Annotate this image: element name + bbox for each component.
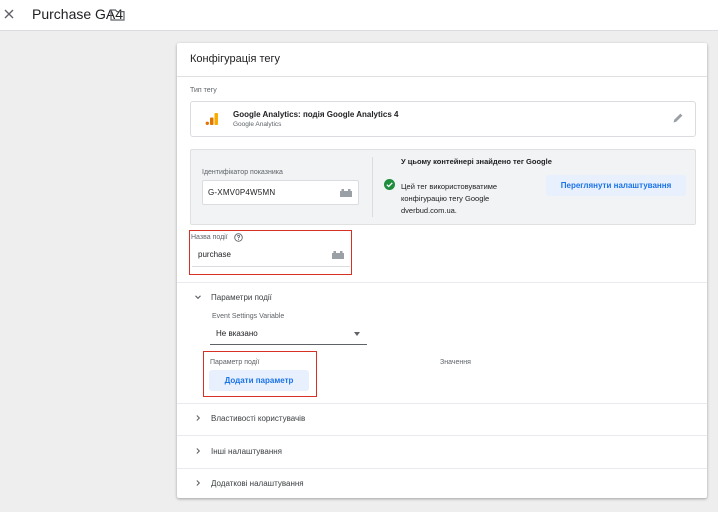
card-title: Конфігурація тегу (190, 53, 281, 65)
section-divider (177, 282, 707, 283)
section-divider (177, 468, 707, 469)
value-column: Значення (440, 359, 471, 366)
section-divider (177, 403, 707, 404)
chevron-right-icon (196, 415, 201, 421)
chevron-down-icon (354, 332, 360, 336)
event-settings-variable-value: Не вказано (216, 329, 258, 338)
google-tag-found-heading: У цьому контейнері знайдено тег Google (401, 157, 552, 166)
tag-type-selector[interactable]: Google Analytics: подія Google Analytics… (190, 101, 696, 137)
tag-type-subtitle: Google Analytics (233, 121, 282, 128)
event-parameters-label: Параметри події (211, 293, 272, 302)
section-divider (177, 435, 707, 436)
tag-type-label: Тип тегу (190, 87, 217, 94)
google-analytics-icon (205, 113, 218, 125)
other-settings-label: Інші налаштування (211, 447, 282, 456)
top-bar: Purchase GA4 (0, 0, 718, 31)
panel-separator (372, 157, 373, 217)
google-tag-panel: Ідентифікатор показника G-XMV0P4W5MN У ц… (190, 149, 696, 225)
event-settings-variable-select[interactable]: Не вказано (210, 323, 367, 345)
user-properties-section[interactable]: Властивості користувачів (177, 405, 707, 433)
check-circle-icon (384, 179, 395, 190)
chevron-right-icon (196, 480, 201, 486)
help-icon[interactable] (234, 233, 243, 242)
advanced-settings-section[interactable]: Додаткові налаштування (177, 470, 707, 498)
view-settings-button[interactable]: Переглянути налаштування (546, 175, 686, 196)
tag-type-name: Google Analytics: подія Google Analytics… (233, 110, 399, 119)
measurement-id-label: Ідентифікатор показника (202, 169, 283, 176)
event-name-value: purchase (198, 250, 231, 259)
event-settings-variable-label: Event Settings Variable (212, 313, 285, 320)
measurement-id-value: G-XMV0P4W5MN (208, 188, 276, 197)
user-properties-label: Властивості користувачів (211, 414, 306, 423)
chevron-down-icon (195, 295, 201, 300)
google-tag-found-body: Цей тег використовуватиме конфігурацію т… (401, 182, 498, 215)
variable-picker-icon[interactable] (332, 251, 344, 259)
variable-picker-icon[interactable] (340, 189, 352, 197)
event-parameter-column: Параметр події (210, 359, 260, 366)
add-parameter-button[interactable]: Додати параметр (209, 370, 309, 391)
measurement-id-input[interactable]: G-XMV0P4W5MN (202, 180, 359, 205)
folder-icon[interactable] (110, 8, 125, 21)
chevron-right-icon (196, 448, 201, 454)
event-name-input[interactable]: purchase (192, 244, 350, 267)
other-settings-section[interactable]: Інші налаштування (177, 438, 707, 466)
tag-configuration-card: Конфігурація тегу Тип тегу Google Analyt… (177, 43, 707, 498)
close-icon[interactable] (2, 7, 16, 21)
event-parameters-section[interactable]: Параметри події (177, 284, 707, 312)
card-divider (177, 76, 707, 77)
advanced-settings-label: Додаткові налаштування (211, 479, 304, 488)
pencil-icon[interactable] (672, 112, 684, 124)
event-name-label: Назва події (191, 234, 228, 241)
